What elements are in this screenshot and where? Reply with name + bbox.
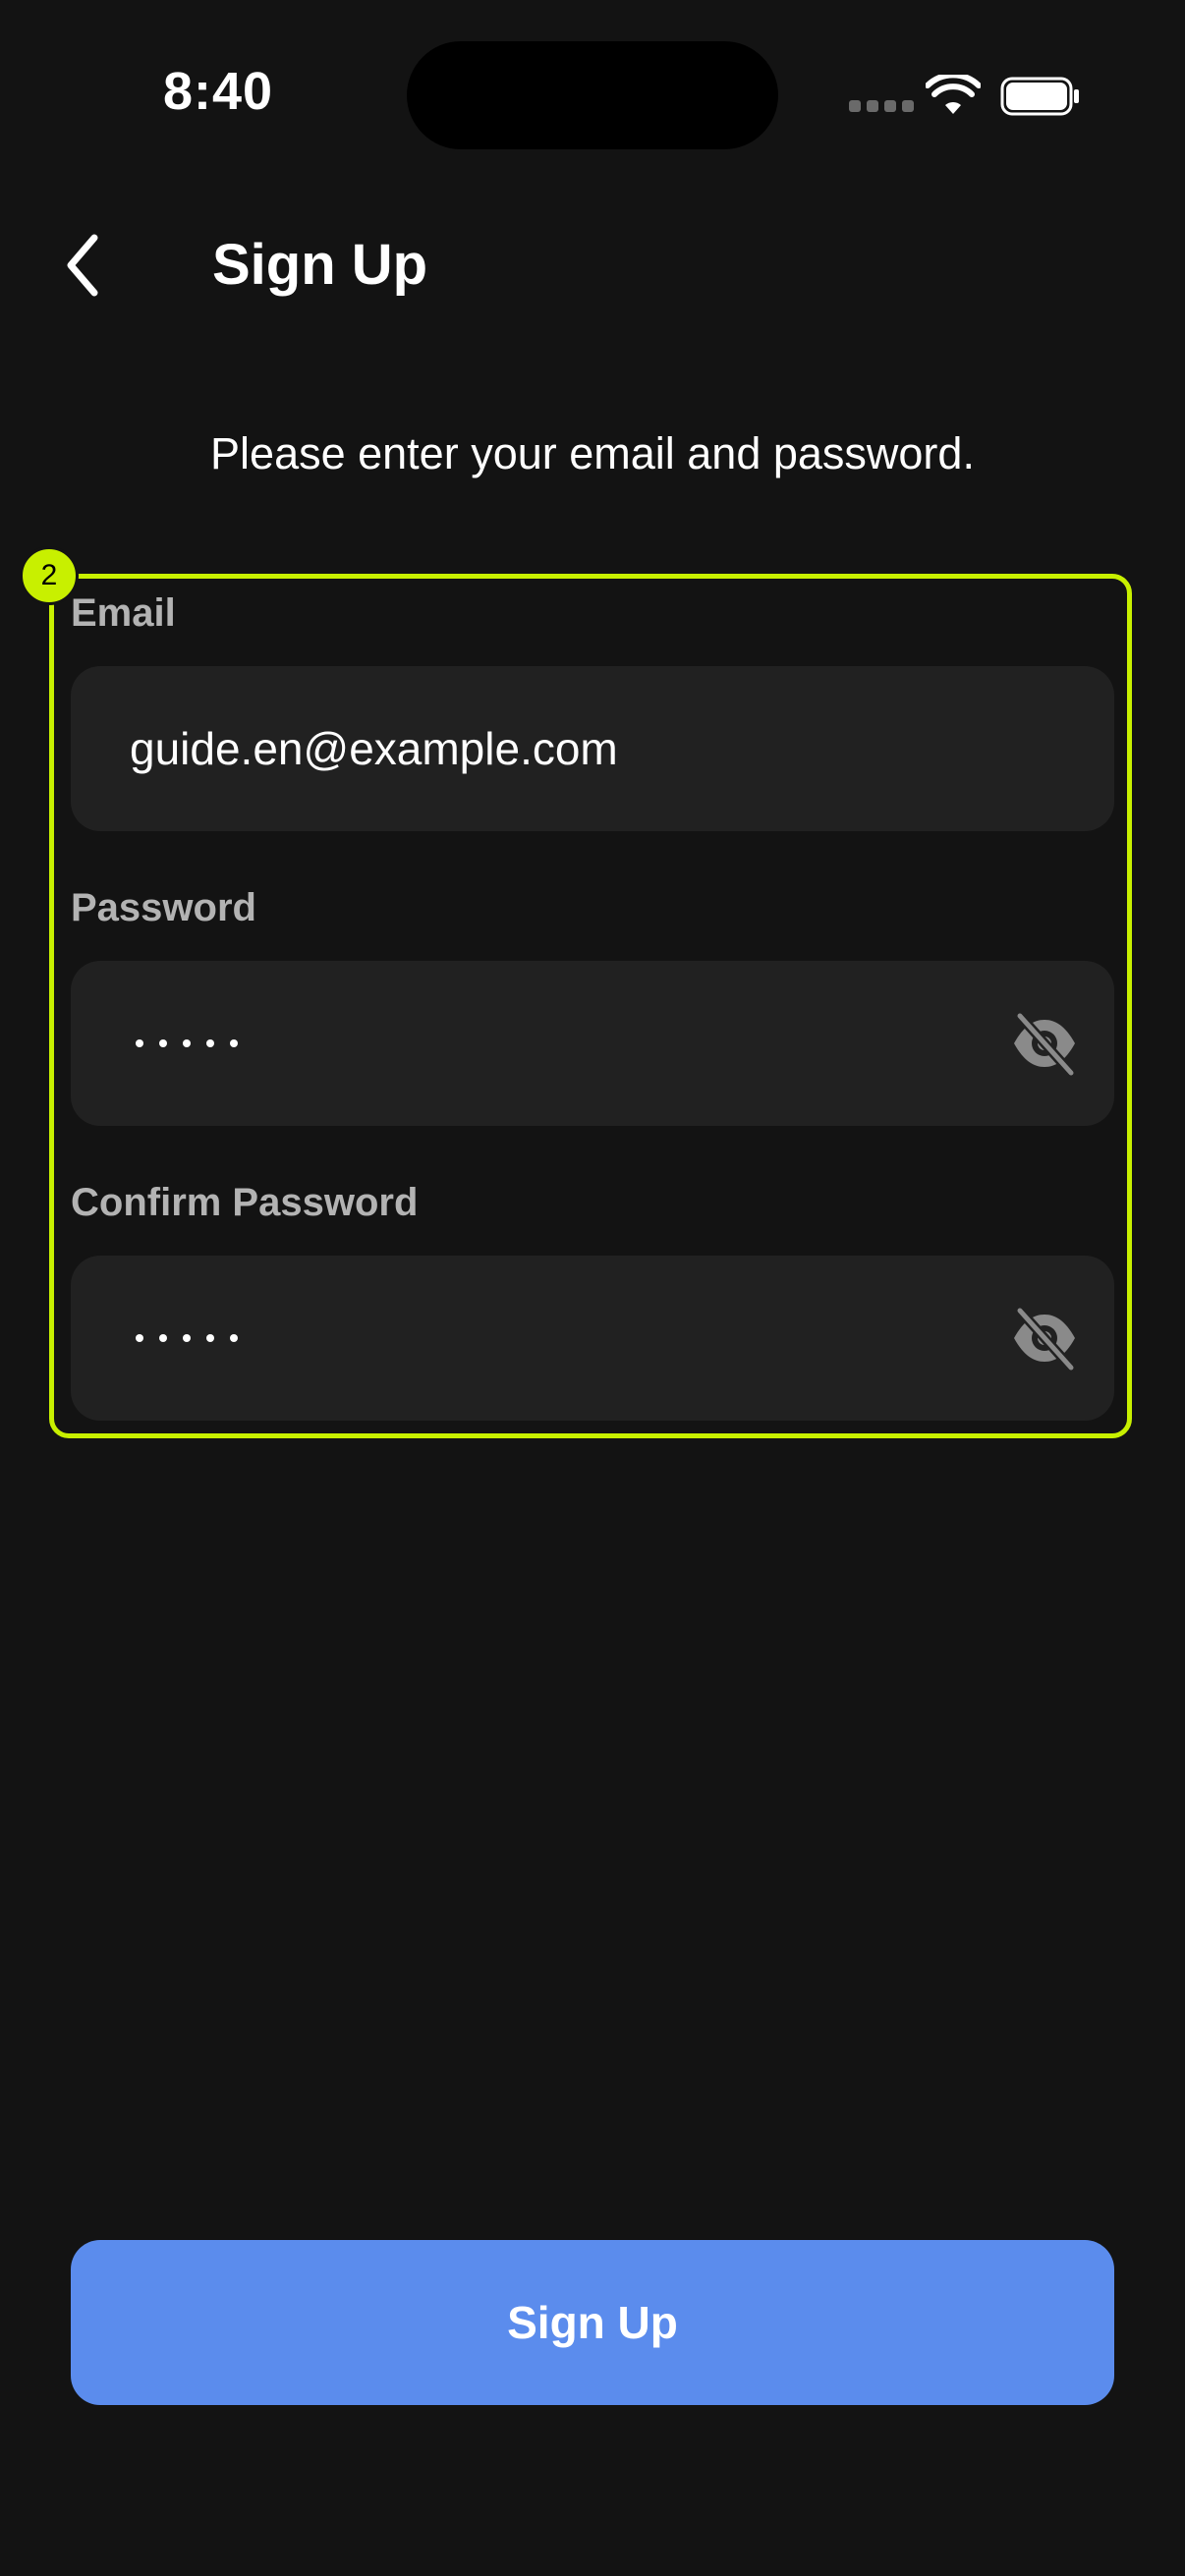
eye-off-icon[interactable] xyxy=(1010,1305,1079,1372)
chevron-left-icon xyxy=(67,234,98,297)
confirm-password-field[interactable] xyxy=(71,1256,1114,1421)
cellular-signal-icon xyxy=(849,100,914,112)
confirm-password-masked-value xyxy=(136,1256,238,1421)
battery-icon xyxy=(1000,77,1079,116)
status-time: 8:40 xyxy=(163,62,274,121)
email-label: Email xyxy=(71,591,176,635)
password-label: Password xyxy=(71,886,256,929)
dynamic-island xyxy=(407,41,778,149)
sign-up-button[interactable]: Sign Up xyxy=(71,2240,1114,2405)
password-masked-value xyxy=(136,961,238,1126)
wifi-icon xyxy=(926,75,981,114)
back-button[interactable] xyxy=(51,224,114,307)
email-value: guide.en@example.com xyxy=(130,723,618,774)
email-field[interactable]: guide.en@example.com xyxy=(71,666,1114,831)
eye-off-icon[interactable] xyxy=(1010,1010,1079,1077)
page-title: Sign Up xyxy=(212,233,428,297)
confirm-password-label: Confirm Password xyxy=(71,1181,419,1224)
highlight-badge: 2 xyxy=(20,546,79,605)
instructions-text: Please enter your email and password. xyxy=(210,428,975,478)
password-field[interactable] xyxy=(71,961,1114,1126)
